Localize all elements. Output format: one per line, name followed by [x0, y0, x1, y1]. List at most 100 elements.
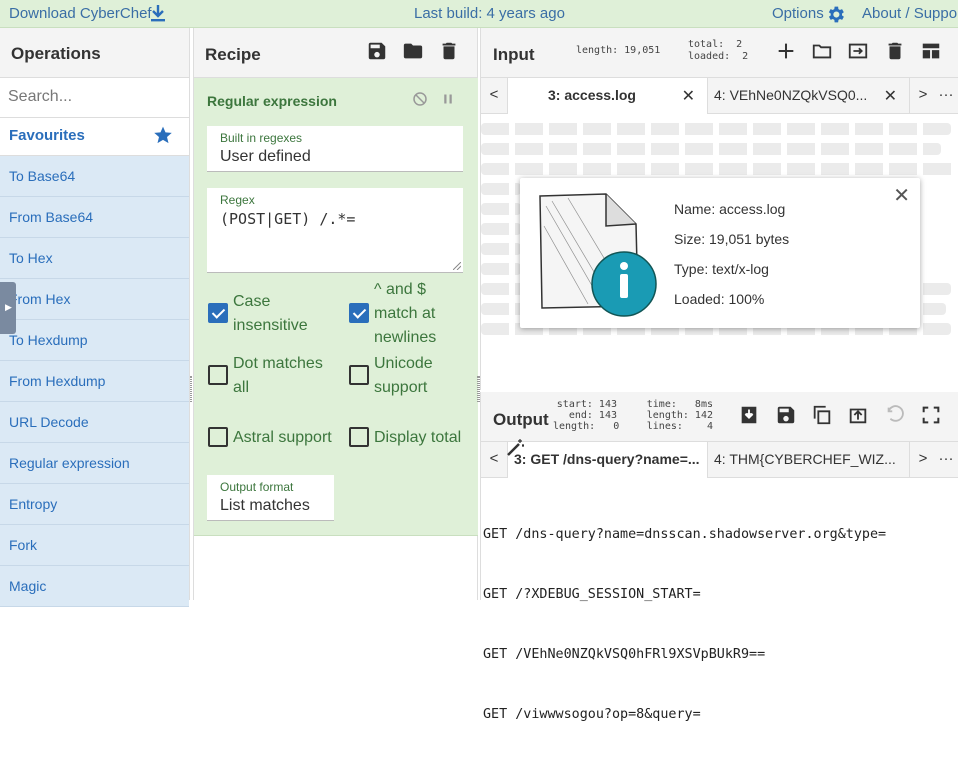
file-type-text: Type: text/x-log — [674, 261, 769, 277]
regex-label: Regex — [220, 193, 255, 207]
output-selection-length-stat: length: 0 — [553, 421, 620, 432]
input-title: Input — [493, 45, 535, 64]
case-insensitive-label: Case insensitive — [233, 293, 308, 334]
op-item-regular-expression[interactable]: Regular expression — [0, 443, 189, 484]
op-item-from-base64[interactable]: From Base64 — [0, 197, 189, 238]
input-tabs: < 3: access.log ✕ 4: VEhNe0NZQkVSQ0... ✕… — [481, 78, 958, 114]
file-name-text: Name: access.log — [674, 201, 786, 217]
open-folder-icon[interactable] — [811, 40, 833, 62]
astral-support-checkbox[interactable] — [208, 427, 228, 447]
undo-icon[interactable] — [884, 404, 906, 426]
op-item-from-hex[interactable]: From Hex — [0, 279, 189, 320]
copy-icon[interactable] — [811, 404, 833, 426]
input-header: Input length: 19,051 total: 2 loaded: 2 — [481, 28, 958, 78]
output-tab-prev[interactable]: < — [481, 442, 507, 478]
op-item-magic[interactable]: Magic — [0, 566, 189, 607]
search-input[interactable] — [0, 78, 189, 116]
operations-title: Operations — [0, 28, 189, 78]
input-tab-4[interactable]: 4: VEhNe0NZQkVSQ0... ✕ — [708, 78, 910, 114]
folder-icon[interactable] — [402, 40, 424, 62]
sidebar-toggle-handle[interactable]: ▶ — [0, 282, 16, 334]
output-line: GET /dns-query?name=dnsscan.shadowserver… — [483, 527, 887, 542]
output-tab-more[interactable]: ··· — [933, 442, 958, 478]
op-item-to-hex[interactable]: To Hex — [0, 238, 189, 279]
magic-wand-icon[interactable] — [505, 438, 525, 458]
dot-matches-all-checkbox[interactable] — [208, 365, 228, 385]
output-panel: Output start: 143 end: 143 length: 0 tim… — [480, 392, 958, 722]
op-item-entropy[interactable]: Entropy — [0, 484, 189, 525]
top-banner: Download CyberChef Last build: 4 years a… — [0, 0, 958, 28]
trash-icon[interactable] — [438, 40, 460, 62]
options-link[interactable]: Options — [772, 5, 824, 22]
input-length-stat: length: 19,051 — [576, 45, 661, 56]
output-header: Output start: 143 end: 143 length: 0 tim… — [481, 392, 958, 442]
output-title: Output — [493, 410, 549, 429]
unicode-support-checkbox[interactable] — [349, 365, 369, 385]
op-item-fork[interactable]: Fork — [0, 525, 189, 566]
output-line: GET /VEhNe0NZQkVSQ0hFRl9XSVpBUkR9== — [483, 647, 766, 662]
output-format-label: Output format — [220, 480, 294, 494]
star-icon[interactable] — [153, 125, 173, 145]
op-item-from-hexdump[interactable]: From Hexdump — [0, 361, 189, 402]
input-tab-4-label: 4: VEhNe0NZQkVSQ0... — [714, 87, 868, 103]
output-line: GET /?XDEBUG_SESSION_START= — [483, 587, 701, 602]
about-link[interactable]: About / Support — [862, 5, 958, 22]
input-tab-3-label: 3: access.log — [548, 87, 636, 103]
layout-icon[interactable] — [920, 40, 942, 62]
op-list: To Base64 From Base64 To Hex From Hex To… — [0, 156, 189, 607]
astral-support-label: Astral support — [233, 429, 332, 446]
file-loaded-text: Loaded: 100% — [674, 291, 765, 307]
add-icon[interactable] — [775, 40, 797, 62]
dot-matches-all-label: Dot matches all — [233, 355, 323, 396]
pause-icon[interactable] — [439, 90, 457, 108]
disable-icon[interactable] — [411, 90, 429, 108]
output-tab-3[interactable]: 3: GET /dns-query?name=... — [507, 442, 708, 478]
case-insensitive-checkbox[interactable] — [208, 303, 228, 323]
recipe-operation-regex: Regular expression Built in regexes User… — [194, 78, 478, 536]
op-item-url-decode[interactable]: URL Decode — [0, 402, 189, 443]
builtin-regexes-select[interactable]: Built in regexes User defined — [207, 126, 463, 172]
regex-field[interactable]: Regex (POST|GET) /.*= — [207, 188, 463, 273]
resize-handle-icon[interactable] — [453, 262, 461, 270]
maximise-icon[interactable] — [920, 404, 942, 426]
favourites-header[interactable]: Favourites — [0, 118, 189, 156]
download-icon[interactable] — [150, 4, 166, 22]
regex-value: (POST|GET) /.*= — [220, 210, 356, 228]
op-item-to-base64[interactable]: To Base64 — [0, 156, 189, 197]
close-popup-icon[interactable]: ✕ — [893, 183, 910, 208]
chevron-right-icon: ▶ — [5, 302, 12, 312]
last-build-text: Last build: 4 years ago — [414, 5, 565, 22]
recipe-panel: Recipe Regular expression Built in regex… — [193, 28, 478, 600]
download-link[interactable]: Download CyberChef — [9, 5, 152, 22]
save-to-file-icon[interactable] — [738, 404, 760, 426]
output-line: GET /viwwwsogou?op=8&query= — [483, 707, 701, 722]
recipe-io-resize-handle[interactable] — [477, 376, 479, 402]
input-tab-more[interactable]: ··· — [933, 78, 958, 114]
close-icon[interactable]: ✕ — [883, 86, 897, 106]
close-icon[interactable]: ✕ — [682, 86, 695, 106]
file-info-icon — [539, 193, 657, 317]
input-tab-prev[interactable]: < — [481, 78, 507, 114]
multiline-checkbox[interactable] — [349, 303, 369, 323]
save-icon[interactable] — [366, 40, 388, 62]
input-loaded-stat: loaded: 2 — [688, 51, 749, 62]
multiline-label: ^ and $ match at newlines — [374, 281, 437, 346]
input-tab-3[interactable]: 3: access.log ✕ — [507, 78, 708, 114]
operation-title: Regular expression — [207, 93, 337, 109]
output-tab-4-label: 4: THM{CYBERCHEF_WIZ... — [714, 451, 896, 467]
output-text-area[interactable]: GET /dns-query?name=dnsscan.shadowserver… — [483, 485, 886, 765]
favourites-label: Favourites — [9, 127, 85, 144]
op-item-to-hexdump[interactable]: To Hexdump — [0, 320, 189, 361]
clear-input-icon[interactable] — [884, 40, 906, 62]
save-output-icon[interactable] — [775, 404, 797, 426]
display-total-checkbox[interactable] — [349, 427, 369, 447]
output-tab-3-label: 3: GET /dns-query?name=... — [514, 451, 700, 467]
output-format-select[interactable]: Output format List matches — [207, 475, 334, 521]
gear-icon[interactable] — [825, 4, 846, 25]
open-file-icon[interactable] — [847, 40, 869, 62]
recipe-header: Recipe — [194, 28, 477, 78]
replace-input-icon[interactable] — [847, 404, 869, 426]
ops-recipe-resize-handle[interactable] — [190, 376, 192, 402]
input-total-stat: total: 2 — [688, 39, 743, 50]
output-tab-4[interactable]: 4: THM{CYBERCHEF_WIZ... — [708, 442, 910, 478]
